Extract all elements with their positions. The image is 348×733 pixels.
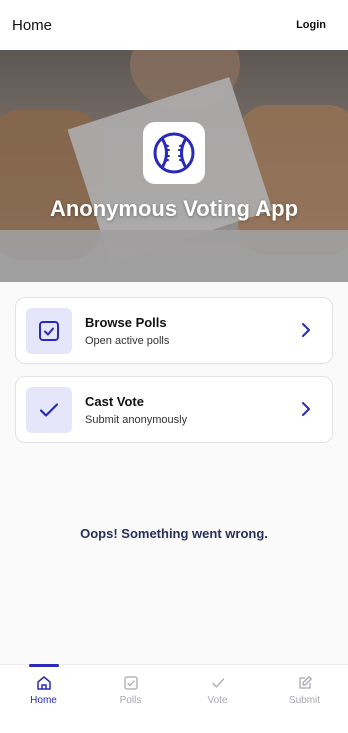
- bottom-nav: Home Polls Vote Submit: [0, 664, 348, 733]
- chevron-right-icon: [302, 323, 310, 337]
- tab-submit[interactable]: Submit: [261, 665, 348, 733]
- hero-banner: Anonymous Voting App: [0, 50, 348, 282]
- edit-icon: [298, 676, 312, 689]
- home-icon: [36, 676, 51, 690]
- login-button[interactable]: Login: [296, 19, 326, 31]
- check-icon: [39, 402, 59, 417]
- chevron-right-icon: [302, 402, 310, 416]
- app-logo: [143, 122, 205, 184]
- checkbox-icon: [123, 676, 138, 690]
- cast-vote-card[interactable]: Cast Vote Submit anonymously: [15, 376, 333, 443]
- tab-home[interactable]: Home: [0, 665, 87, 733]
- checkbox-icon: [39, 320, 59, 341]
- tab-submit-label: Submit: [288, 695, 321, 706]
- top-bar: Home Login: [0, 0, 348, 50]
- tab-polls[interactable]: Polls: [87, 665, 174, 733]
- browse-polls-label: Browse Polls: [85, 314, 167, 330]
- cast-vote-tile: [26, 386, 72, 433]
- browse-polls-tile: [26, 307, 72, 354]
- tab-home-label: Home: [30, 695, 57, 706]
- cast-vote-label: Cast Vote: [85, 393, 144, 409]
- browse-polls-card[interactable]: Browse Polls Open active polls: [15, 297, 333, 364]
- tab-polls-label: Polls: [119, 695, 142, 706]
- page-title: Home: [12, 16, 53, 34]
- app-title: Anonymous Voting App: [49, 196, 299, 221]
- error-message: Oops! Something went wrong.: [80, 526, 268, 541]
- check-icon: [211, 678, 224, 688]
- tab-vote-label: Vote: [207, 695, 228, 706]
- browse-polls-description: Open active polls: [85, 334, 170, 347]
- baseball-icon: [153, 132, 195, 174]
- cast-vote-description: Submit anonymously: [85, 413, 188, 426]
- tab-vote[interactable]: Vote: [174, 665, 261, 733]
